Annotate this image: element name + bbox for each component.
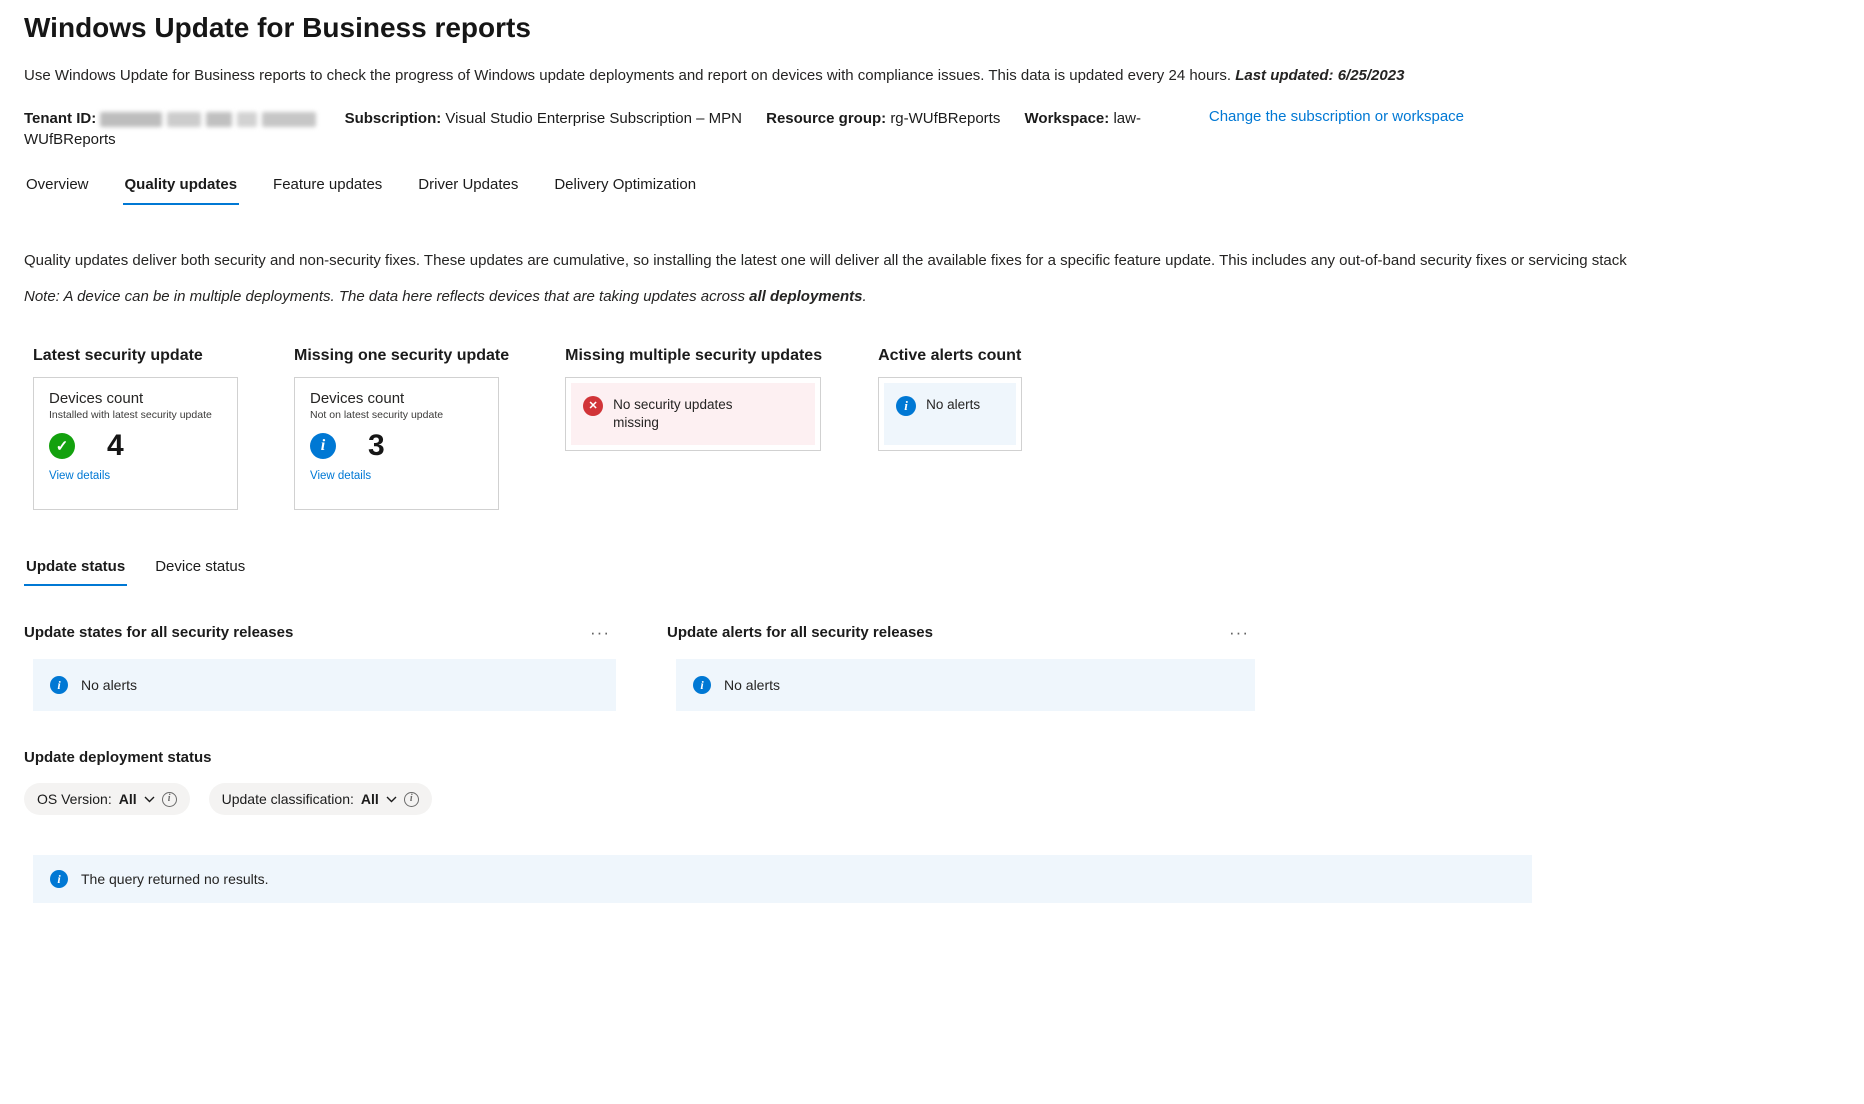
tab-feature-updates[interactable]: Feature updates <box>271 176 384 205</box>
error-alert-text: No security updates missing <box>613 397 733 430</box>
section-title-row: Update states for all security releases … <box>24 622 616 643</box>
update-states-title: Update states for all security releases <box>24 624 294 641</box>
update-alerts-title: Update alerts for all security releases <box>667 624 933 641</box>
error-alert: ✕ No security updates missing <box>571 383 816 445</box>
info-outline-icon[interactable]: i <box>403 791 419 807</box>
latest-view-details-link[interactable]: View details <box>49 470 110 482</box>
info-alert: i No alerts <box>884 383 1017 445</box>
more-options-icon[interactable]: ··· <box>1223 622 1255 643</box>
main-tabs: Overview Quality updates Feature updates… <box>24 176 1864 205</box>
page-root: Windows Update for Business reports Use … <box>0 0 1864 903</box>
resource-group: Resource group: rg-WUfBReports <box>766 110 1000 127</box>
tenant-id-label: Tenant ID: <box>24 110 101 127</box>
page-title: Windows Update for Business reports <box>24 12 531 43</box>
devices-count-label: Devices count <box>310 390 405 407</box>
subscription: Subscription: Visual Studio Enterprise S… <box>345 110 742 127</box>
error-icon: ✕ <box>583 396 604 416</box>
missing-multiple-updates-title: Missing multiple security updates <box>565 347 823 364</box>
info-icon: i <box>50 870 68 888</box>
latest-security-update-card: Devices count Installed with latest secu… <box>33 377 238 510</box>
os-version-filter-value: All <box>118 791 137 807</box>
latest-security-update-column: Latest security update Devices count Ins… <box>33 347 238 510</box>
section-title-row: Update alerts for all security releases … <box>667 622 1255 643</box>
missing-one-update-title: Missing one security update <box>294 347 510 364</box>
info-alert-text: No alerts <box>926 397 981 412</box>
devices-count-sublabel: Not on latest security update <box>310 409 444 421</box>
active-alerts-title: Active alerts count <box>878 347 1022 364</box>
missing-one-view-details-link[interactable]: View details <box>310 470 371 482</box>
update-classification-filter-label: Update classification: <box>221 791 354 807</box>
update-alerts-no-alerts-bar: i No alerts <box>676 659 1255 711</box>
active-alerts-column: Active alerts count i No alerts <box>878 347 1023 451</box>
tab-overview[interactable]: Overview <box>24 176 91 205</box>
page-description: Use Windows Update for Business reports … <box>24 66 1864 86</box>
metric-row: i 3 <box>310 429 483 463</box>
update-alerts-section: Update alerts for all security releases … <box>667 622 1255 711</box>
chevron-down-icon <box>144 796 155 803</box>
meta-info: Tenant ID: Subscription: Visual Studio E… <box>24 108 1164 150</box>
tab-delivery-optimization[interactable]: Delivery Optimization <box>552 176 698 205</box>
no-alerts-text: No alerts <box>81 677 138 693</box>
tenant-id: Tenant ID: <box>24 110 320 127</box>
summary-cards-row: Latest security update Devices count Ins… <box>33 347 1864 510</box>
quality-updates-description: Quality updates deliver both security an… <box>24 252 1627 269</box>
tab-update-status[interactable]: Update status <box>24 558 128 586</box>
note-suffix: . <box>862 288 867 305</box>
workspace-label: Workspace: <box>1024 110 1114 127</box>
devices-count-sublabel: Installed with latest security update <box>49 409 212 421</box>
query-no-results-bar: i The query returned no results. <box>33 855 1532 903</box>
resource-group-value: rg-WUfBReports <box>890 110 1001 127</box>
success-check-icon: ✓ <box>49 433 75 459</box>
meta-row: Tenant ID: Subscription: Visual Studio E… <box>24 108 1464 150</box>
last-updated-text: Last updated: 6/25/2023 <box>1235 67 1405 84</box>
change-subscription-link[interactable]: Change the subscription or workspace <box>1209 108 1464 125</box>
devices-count-label: Devices count <box>49 390 144 407</box>
tenant-id-redacted-value <box>100 111 317 127</box>
info-icon: i <box>896 396 917 416</box>
info-icon: i <box>310 433 336 459</box>
description-text: Use Windows Update for Business reports … <box>24 67 1236 84</box>
missing-one-devices-count-value: 3 <box>368 429 385 462</box>
filter-pills-row: OS Version: All i Update classification:… <box>24 783 1864 815</box>
info-icon: i <box>693 676 711 694</box>
note-prefix: Note: A device can be in multiple deploy… <box>24 288 750 305</box>
tab-driver-updates[interactable]: Driver Updates <box>416 176 520 205</box>
update-states-no-alerts-bar: i No alerts <box>33 659 616 711</box>
missing-multiple-updates-card: ✕ No security updates missing <box>565 377 822 451</box>
os-version-filter[interactable]: OS Version: All i <box>24 783 190 815</box>
chevron-down-icon <box>386 796 397 803</box>
metric-row: ✓ 4 <box>49 429 222 463</box>
no-alerts-text: No alerts <box>724 677 781 693</box>
update-classification-filter-value: All <box>360 791 379 807</box>
update-classification-filter[interactable]: Update classification: All i <box>208 783 432 815</box>
note-bold: all deployments <box>749 288 863 305</box>
missing-multiple-updates-column: Missing multiple security updates ✕ No s… <box>565 347 822 451</box>
tab-quality-updates[interactable]: Quality updates <box>122 176 240 205</box>
latest-devices-count-value: 4 <box>107 429 124 462</box>
security-releases-sections: Update states for all security releases … <box>24 622 1864 711</box>
resource-group-label: Resource group: <box>766 110 891 127</box>
missing-one-update-card: Devices count Not on latest security upd… <box>294 377 499 510</box>
os-version-filter-label: OS Version: <box>37 791 112 807</box>
subscription-label: Subscription: <box>344 110 446 127</box>
missing-one-update-column: Missing one security update Devices coun… <box>294 347 509 510</box>
tab-device-status[interactable]: Device status <box>153 558 247 586</box>
info-outline-icon[interactable]: i <box>161 791 177 807</box>
more-options-icon[interactable]: ··· <box>584 622 616 643</box>
info-icon: i <box>50 676 68 694</box>
query-no-results-text: The query returned no results. <box>81 871 269 887</box>
update-states-section: Update states for all security releases … <box>24 622 616 711</box>
latest-security-update-title: Latest security update <box>33 347 203 364</box>
deployments-note: Note: A device can be in multiple deploy… <box>24 288 1864 305</box>
update-deployment-status-title: Update deployment status <box>24 749 212 766</box>
status-sub-tabs: Update status Device status <box>24 558 1864 586</box>
subscription-value: Visual Studio Enterprise Subscription – … <box>445 110 742 127</box>
active-alerts-card: i No alerts <box>878 377 1023 451</box>
